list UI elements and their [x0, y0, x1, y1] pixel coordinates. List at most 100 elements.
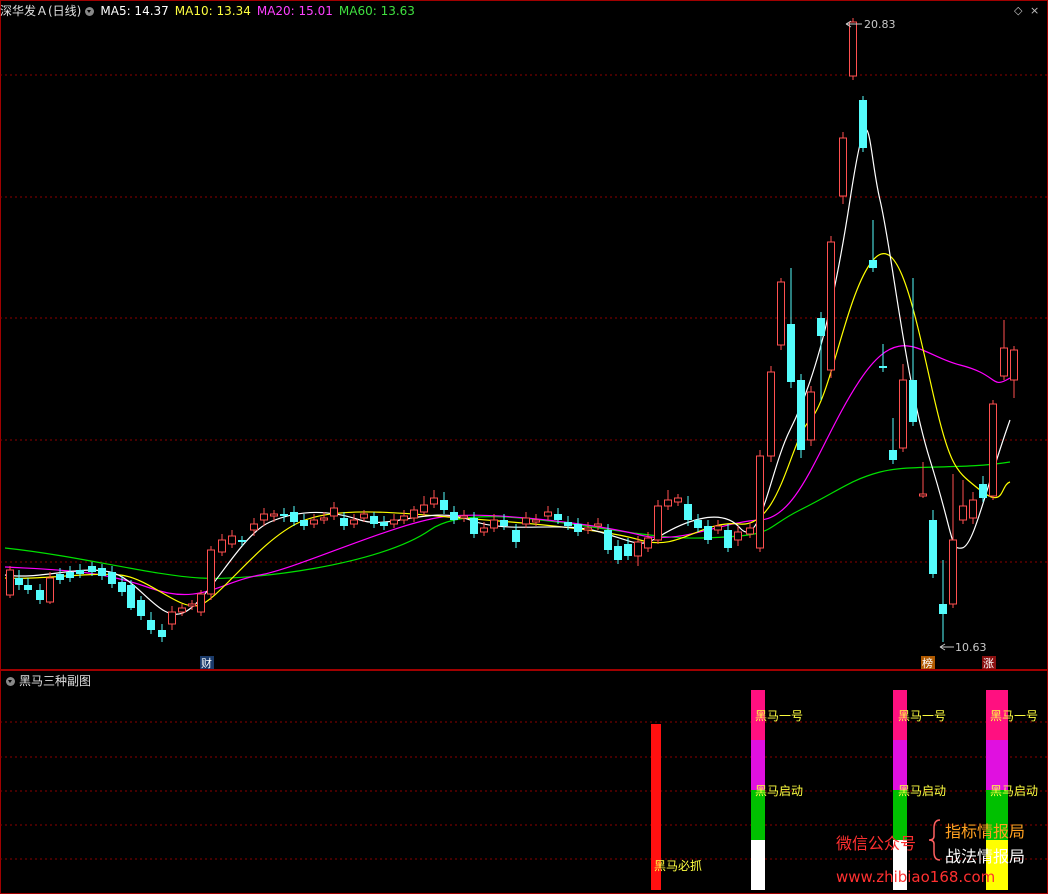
- candle-body: [594, 523, 602, 527]
- ma-line: [4, 128, 1011, 615]
- candle-body: [108, 572, 116, 584]
- indicator-panel-border: [0, 670, 1048, 894]
- badge-zhang[interactable]: 涨: [982, 656, 996, 670]
- candle-body: [734, 531, 742, 541]
- stock-title[interactable]: 深华发Ａ(日线): [0, 4, 81, 18]
- candle-body: [879, 366, 887, 368]
- candle-body: [340, 518, 348, 526]
- candle-body: [554, 514, 562, 520]
- candle-body: [300, 520, 308, 526]
- indicator-title[interactable]: 黑马三种副图: [19, 674, 91, 688]
- candle-body: [614, 546, 622, 560]
- candle-body: [168, 611, 176, 625]
- candle-body: [500, 520, 508, 526]
- candle-body: [839, 137, 847, 197]
- bar2-top-label: 黑马一号: [898, 709, 946, 723]
- candle-body: [147, 620, 155, 630]
- candle-body: [270, 513, 278, 517]
- candle-body: [674, 497, 682, 503]
- candle-body: [480, 527, 488, 533]
- candle-body: [1010, 349, 1018, 381]
- candle-body: [929, 520, 937, 574]
- candle-body: [584, 527, 592, 531]
- ma10-value: MA10: 13.34: [174, 4, 251, 18]
- ma60-value: MA60: 13.63: [338, 4, 415, 18]
- candle-body: [178, 607, 186, 613]
- badge-bang[interactable]: 榜: [921, 656, 935, 670]
- badge-cai-text: 财: [201, 656, 212, 670]
- candle-body: [280, 514, 288, 516]
- candle-body: [756, 455, 764, 549]
- candle-body: [777, 281, 785, 346]
- candle-body: [380, 522, 388, 526]
- candle-body: [6, 569, 14, 596]
- candle-body: [290, 512, 298, 522]
- badge-cai[interactable]: 财: [200, 656, 214, 670]
- ma-line: [4, 345, 1011, 596]
- candle-body: [869, 260, 877, 268]
- price-header: 深华发Ａ(日线) MA5: 14.37 MA10: 13.34 MA20: 15.01…: [0, 0, 1048, 22]
- candle-body: [787, 324, 795, 382]
- candle-body: [118, 582, 126, 592]
- candle-body: [704, 526, 712, 540]
- indicator-toggle-icon[interactable]: [6, 677, 15, 686]
- candle-body: [684, 504, 692, 520]
- bar3-top-label: 黑马一号: [990, 709, 1038, 723]
- chart-canvas[interactable]: 20.83 10.63 财 榜 涨 黑马必抓 黑马一号 黑马启动 黑马一号 黑马…: [0, 0, 1048, 894]
- bar2-mid-label: 黑马启动: [898, 784, 946, 798]
- candle-body: [574, 524, 582, 532]
- bar3-magenta: [986, 740, 1008, 790]
- candle-body: [88, 566, 96, 572]
- ma-toggle-icon[interactable]: [85, 7, 95, 16]
- candle-body: [330, 507, 338, 517]
- candle-body: [767, 371, 775, 457]
- candle-body: [158, 630, 166, 637]
- candle-body: [197, 593, 205, 613]
- bar2-magenta: [893, 740, 907, 790]
- candle-body: [889, 450, 897, 460]
- candle-body: [470, 518, 478, 534]
- candle-body: [899, 379, 907, 449]
- candle-body: [310, 519, 318, 525]
- candle-body: [644, 537, 652, 549]
- candle-body: [24, 585, 32, 590]
- candle-body: [959, 505, 967, 521]
- indicator-header: 黑马三种副图: [0, 672, 91, 690]
- candle-body: [490, 519, 498, 529]
- candle-body: [989, 403, 997, 497]
- candle-body: [440, 500, 448, 510]
- watermark-url: www.zhibiao168.com: [836, 868, 996, 886]
- candle-body: [909, 380, 917, 422]
- bar1-mid-label: 黑马启动: [755, 784, 803, 798]
- candle-body: [400, 515, 408, 521]
- bar3-mid-label: 黑马启动: [990, 784, 1038, 798]
- candle-body: [207, 549, 215, 595]
- candle-body: [979, 484, 987, 498]
- ma-line: [4, 253, 1011, 607]
- candle-body: [624, 544, 632, 556]
- candle-body: [98, 568, 106, 576]
- bar1-white: [751, 840, 765, 890]
- candle-body: [450, 512, 458, 520]
- candle-body: [238, 540, 246, 542]
- candle-body: [512, 530, 520, 542]
- watermark-left: 微信公众号: [836, 834, 917, 853]
- close-icon[interactable]: ×: [1030, 4, 1039, 17]
- candle-body: [664, 499, 672, 507]
- badge-zhang-text: 涨: [983, 657, 994, 670]
- candle-body: [350, 519, 358, 525]
- candle-body: [714, 525, 722, 531]
- candle-body: [849, 21, 857, 77]
- watermark-brace: [928, 819, 941, 861]
- candle-body: [218, 539, 226, 553]
- candle-body: [544, 511, 552, 517]
- candle-body: [694, 520, 702, 528]
- candle-body: [250, 523, 258, 531]
- candle-body: [817, 318, 825, 336]
- signal-red-label: 黑马必抓: [654, 859, 702, 873]
- candle-body: [969, 499, 977, 519]
- candle-body: [859, 100, 867, 148]
- diamond-icon[interactable]: ◇: [1014, 4, 1022, 17]
- candle-body: [320, 517, 328, 521]
- candle-body: [137, 600, 145, 616]
